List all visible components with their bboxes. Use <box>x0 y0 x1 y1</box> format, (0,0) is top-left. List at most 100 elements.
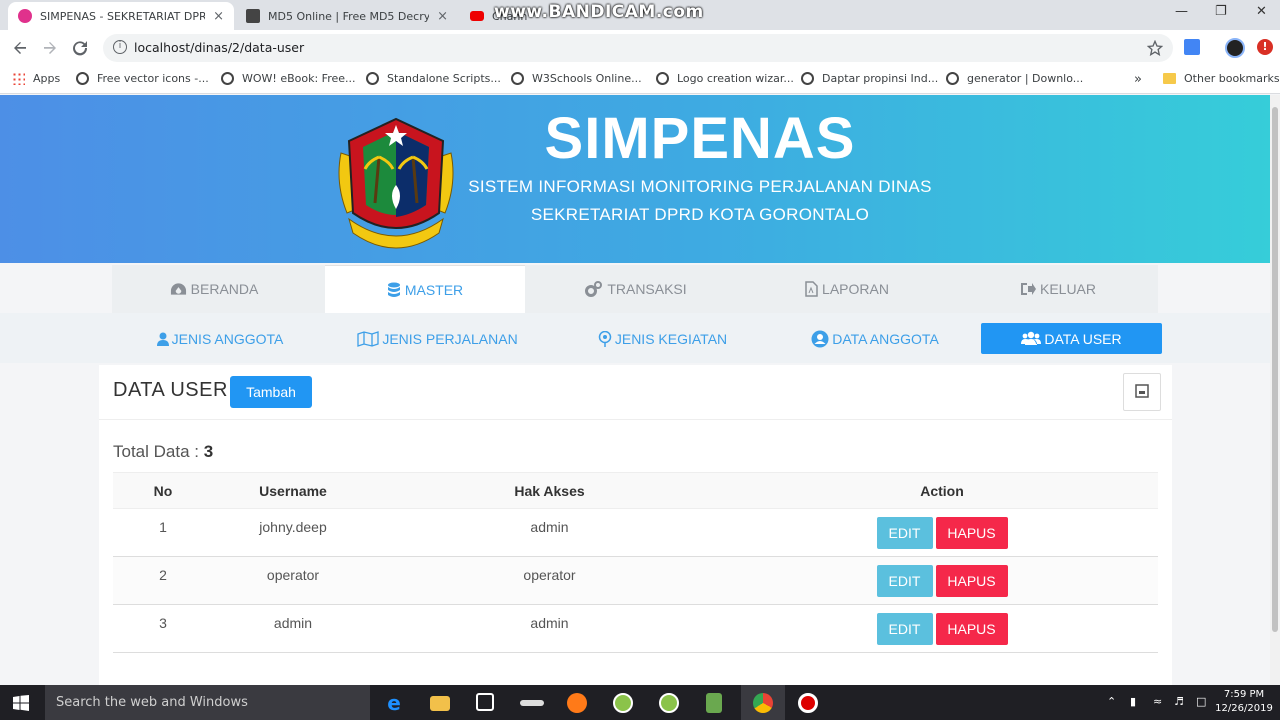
volume-icon[interactable]: ♬ <box>1174 695 1184 708</box>
delete-button[interactable]: HAPUS <box>935 565 1008 597</box>
bookmark-label: Daptar propinsi Ind... <box>822 72 939 85</box>
tab-title: SIMPENAS - SEKRETARIAT DPRD <box>40 9 206 23</box>
bookmark-item[interactable]: Logo creation wizar... <box>656 72 794 85</box>
close-tab-icon[interactable]: × <box>213 9 224 24</box>
subnav-label: DATA USER <box>1044 330 1122 347</box>
bookmark-label: Free vector icons -... <box>97 72 209 85</box>
lock-icon <box>246 9 260 23</box>
cell-username: johny.deep <box>213 508 373 557</box>
tray-chevron-icon[interactable]: ⌃ <box>1107 695 1116 708</box>
map-icon <box>357 330 379 347</box>
globe-icon <box>946 72 959 85</box>
bookmark-item[interactable]: W3Schools Online... <box>511 72 642 85</box>
edit-button[interactable]: EDIT <box>876 517 933 549</box>
cell-action: EDIT HAPUS <box>726 604 1158 653</box>
clock-date: 12/26/2019 <box>1215 703 1273 714</box>
tab-simpenas[interactable]: SIMPENAS - SEKRETARIAT DPRD × <box>8 2 234 30</box>
url-text[interactable]: localhost/dinas/2/data-user <box>134 40 304 55</box>
bookmark-item[interactable]: Daptar propinsi Ind... <box>801 72 938 85</box>
key-app-icon[interactable] <box>520 700 544 706</box>
cell-action: EDIT HAPUS <box>726 556 1158 605</box>
battery-icon[interactable]: ▮ <box>1130 695 1136 708</box>
notification-icon[interactable]: □ <box>1196 695 1206 708</box>
search-placeholder: Search the web and Windows <box>56 695 248 710</box>
firefox-icon[interactable] <box>567 693 587 713</box>
scrollbar-thumb[interactable] <box>1272 107 1278 632</box>
nav-beranda[interactable]: BERANDA <box>114 265 314 313</box>
database-icon <box>387 282 400 297</box>
hs-app-icon[interactable] <box>613 693 633 713</box>
cell-username: operator <box>213 556 373 605</box>
hs-app-icon-2[interactable] <box>659 693 679 713</box>
address-bar[interactable]: i localhost/dinas/2/data-user <box>103 34 1173 62</box>
subnav-label: DATA ANGGOTA <box>832 330 939 347</box>
update-alert-icon[interactable]: ! <box>1257 39 1273 55</box>
data-user-card: DATA USER Tambah Total Data : 3 No Usern… <box>99 365 1172 685</box>
tab-md5-online[interactable]: MD5 Online | Free MD5 Decryptio × <box>236 2 458 30</box>
browser-tab-strip: SIMPENAS - SEKRETARIAT DPRD × MD5 Online… <box>0 0 1280 30</box>
bandicam-record-icon[interactable] <box>798 693 818 713</box>
other-bookmarks[interactable]: Other bookmarks <box>1163 72 1280 85</box>
collapse-card-button[interactable] <box>1123 373 1161 411</box>
profile-avatar[interactable] <box>1225 38 1245 58</box>
nav-label: LAPORAN <box>822 281 889 297</box>
back-icon[interactable] <box>12 40 28 56</box>
subnav-jenis-kegiatan[interactable]: JENIS KEGIATAN <box>585 323 740 354</box>
bookmark-item[interactable]: Free vector icons -... <box>76 72 209 85</box>
app-header: SIMPENAS SISTEM INFORMASI MONITORING PER… <box>0 95 1270 263</box>
table-row: 2 operator operator EDIT HAPUS <box>113 556 1158 605</box>
close-window-icon[interactable]: ✕ <box>1256 4 1267 19</box>
youtube-icon <box>470 11 484 21</box>
add-user-button[interactable]: Tambah <box>230 376 312 408</box>
subnav-data-anggota[interactable]: DATA ANGGOTA <box>795 323 955 354</box>
bookmark-apps[interactable]: Apps <box>12 72 60 85</box>
delete-button[interactable]: HAPUS <box>935 517 1008 549</box>
close-tab-icon[interactable]: × <box>437 9 448 24</box>
gorontalo-emblem-logo <box>338 117 454 249</box>
nav-keluar[interactable]: KELUAR <box>958 265 1158 313</box>
forward-icon[interactable] <box>42 40 58 56</box>
subnav-data-user[interactable]: DATA USER <box>981 323 1162 354</box>
windows-start-icon[interactable] <box>13 695 29 711</box>
info-icon[interactable]: i <box>113 40 127 54</box>
total-label: Total Data : <box>113 442 204 461</box>
subnav-jenis-anggota[interactable]: JENIS ANGGOTA <box>140 323 300 354</box>
file-explorer-icon[interactable] <box>430 696 450 711</box>
bookmarks-overflow-button[interactable]: » <box>1134 72 1142 87</box>
user-circle-icon <box>811 330 829 347</box>
cell-no: 3 <box>113 604 213 653</box>
browser-toolbar: i localhost/dinas/2/data-user ! <box>0 30 1280 66</box>
translate-icon[interactable] <box>1184 39 1200 55</box>
taskbar-search[interactable]: Search the web and Windows <box>45 685 370 720</box>
notepad-icon[interactable] <box>706 693 722 713</box>
nav-laporan[interactable]: LAPORAN <box>747 265 947 313</box>
bookmark-label: W3Schools Online... <box>532 72 642 85</box>
app-subtitle: SISTEM INFORMASI MONITORING PERJALANAN D… <box>468 177 932 196</box>
bookmark-item[interactable]: generator | Downlo... <box>946 72 1083 85</box>
cell-hak-akses: operator <box>373 556 726 605</box>
reload-icon[interactable] <box>72 40 88 56</box>
minimize-icon[interactable]: — <box>1175 4 1188 19</box>
store-icon[interactable] <box>476 693 494 711</box>
delete-button[interactable]: HAPUS <box>935 613 1008 645</box>
bookmark-star-icon[interactable] <box>1147 40 1163 56</box>
cogs-icon <box>585 281 603 297</box>
edit-button[interactable]: EDIT <box>876 565 933 597</box>
edge-icon[interactable]: e <box>384 693 404 713</box>
user-table: No Username Hak Akses Action 1 johny.dee… <box>113 472 1158 653</box>
wifi-icon[interactable]: ≈ <box>1153 695 1162 708</box>
subnav-jenis-perjalanan[interactable]: JENIS PERJALANAN <box>345 323 530 354</box>
page-scrollbar[interactable] <box>1270 95 1280 685</box>
restore-icon[interactable]: ❐ <box>1215 4 1227 19</box>
nav-master[interactable]: MASTER <box>325 265 525 313</box>
nav-transaksi[interactable]: TRANSAKSI <box>536 265 736 313</box>
edit-button[interactable]: EDIT <box>876 613 933 645</box>
bookmark-label: Apps <box>33 72 61 85</box>
bookmark-item[interactable]: Standalone Scripts... <box>366 72 501 85</box>
subnav-label: JENIS ANGGOTA <box>171 330 284 347</box>
bookmark-item[interactable]: WOW! eBook: Free... <box>221 72 356 85</box>
app-subtitle-org: SEKRETARIAT DPRD KOTA GORONTALO <box>530 205 870 224</box>
table-row: 3 admin admin EDIT HAPUS <box>113 604 1158 653</box>
taskbar-clock[interactable]: 7:59 PM 12/26/2019 <box>1215 688 1273 716</box>
chrome-taskbar-button[interactable] <box>741 685 785 720</box>
